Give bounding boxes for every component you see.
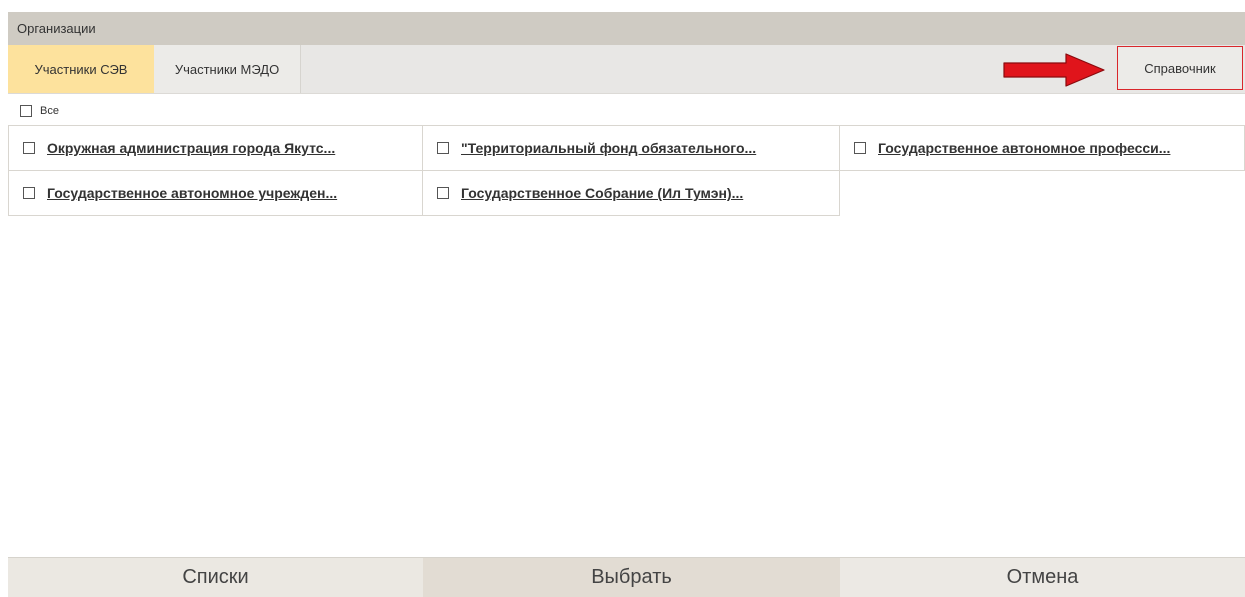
select-all-label: Все <box>40 105 59 117</box>
dialog-title-bar: Организации <box>8 12 1245 45</box>
organizations-dialog: Организации Участники СЭВ Участники МЭДО… <box>8 12 1245 597</box>
organization-checkbox[interactable] <box>437 187 449 199</box>
dialog-title: Организации <box>17 21 96 36</box>
organization-item[interactable]: Окружная администрация города Якутс... <box>8 125 423 171</box>
red-arrow-icon <box>1003 53 1105 87</box>
organization-checkbox[interactable] <box>23 142 35 154</box>
organization-link[interactable]: Государственное Собрание (Ил Тумэн)... <box>461 185 743 201</box>
organization-link[interactable]: "Территориальный фонд обязательного... <box>461 140 756 156</box>
organization-item[interactable]: Государственное автономное учрежден... <box>8 170 423 216</box>
select-all-checkbox[interactable] <box>20 105 32 117</box>
organization-checkbox[interactable] <box>23 187 35 199</box>
tab-medo-participants[interactable]: Участники МЭДО <box>154 45 301 93</box>
organization-link[interactable]: Государственное автономное професси... <box>878 140 1170 156</box>
organization-item[interactable]: Государственное автономное професси... <box>839 125 1245 171</box>
organization-item[interactable]: Государственное Собрание (Ил Тумэн)... <box>422 170 840 216</box>
organization-checkbox[interactable] <box>437 142 449 154</box>
dialog-footer: Списки Выбрать Отмена <box>8 557 1245 597</box>
organization-link[interactable]: Государственное автономное учрежден... <box>47 185 337 201</box>
tab-sev-participants[interactable]: Участники СЭВ <box>8 45 154 93</box>
organization-link[interactable]: Окружная администрация города Якутс... <box>47 140 335 156</box>
select-all-row[interactable]: Все <box>20 103 59 119</box>
reference-book-button[interactable]: Справочник <box>1117 46 1243 90</box>
organization-item[interactable]: "Территориальный фонд обязательного... <box>422 125 840 171</box>
lists-button[interactable]: Списки <box>8 557 423 597</box>
select-button[interactable]: Выбрать <box>423 557 840 597</box>
tabs-bar: Участники СЭВ Участники МЭДО Справочник <box>8 45 1245 94</box>
organization-checkbox[interactable] <box>854 142 866 154</box>
cancel-button[interactable]: Отмена <box>840 557 1245 597</box>
